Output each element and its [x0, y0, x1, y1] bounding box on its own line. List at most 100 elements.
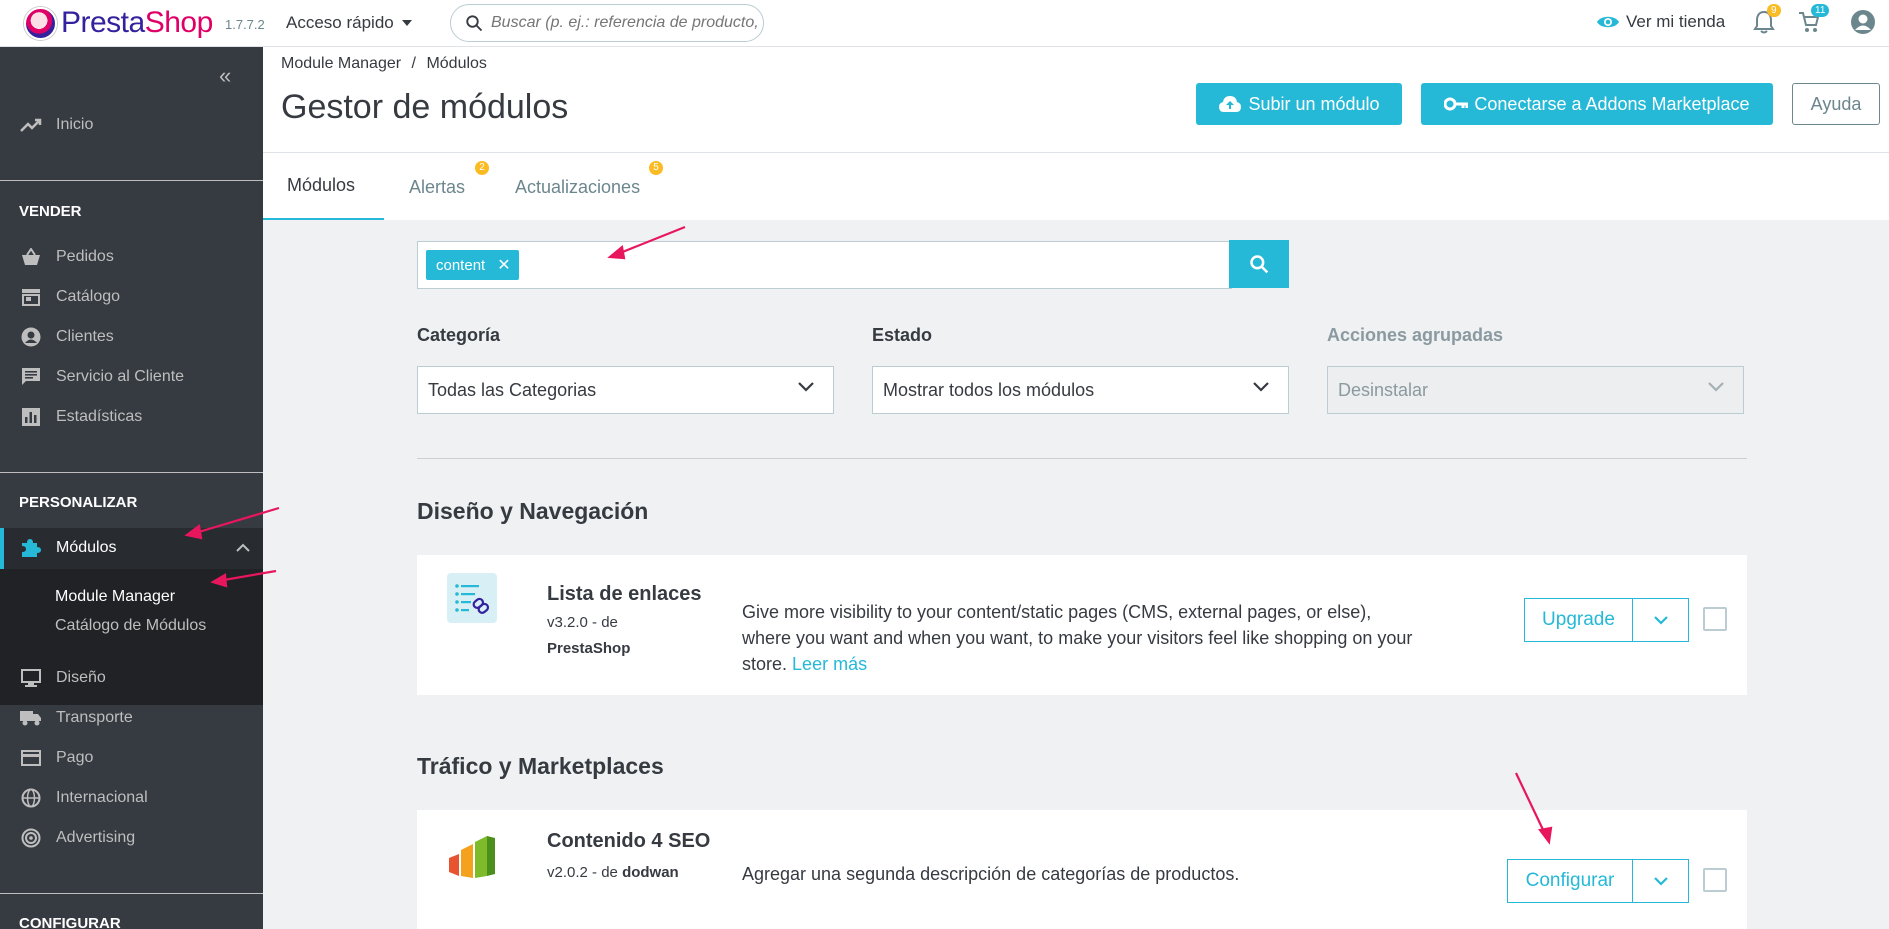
store-icon — [20, 286, 42, 308]
search-icon — [466, 15, 483, 32]
status-select[interactable]: Mostrar todos los módulos — [872, 366, 1289, 414]
sidebar-item-label: Catálogo — [56, 288, 121, 305]
tab-alerts[interactable]: Alertas — [409, 153, 465, 221]
module-author: dodwan — [622, 864, 679, 881]
sidebar-item-inicio[interactable]: Inicio — [0, 105, 263, 145]
trending-up-icon — [20, 114, 42, 136]
module-description: Agregar una segunda descripción de categ… — [742, 864, 1240, 884]
top-bar: PrestaShop 1.7.7.2 Acceso rápido Ver mi … — [0, 0, 1889, 47]
orders-notification-button[interactable]: 11 — [1797, 4, 1830, 39]
prestashop-logo[interactable]: PrestaShop — [24, 6, 213, 40]
tab-updates-label: Actualizaciones — [515, 176, 641, 197]
filters-divider — [417, 458, 1747, 459]
sidebar-item-diseno[interactable]: Diseño — [0, 658, 263, 698]
sidebar-item-internacional[interactable]: Internacional — [0, 778, 263, 818]
module-search-button[interactable] — [1229, 240, 1289, 288]
sidebar-divider — [0, 180, 263, 181]
module-actions-dropdown[interactable] — [1632, 859, 1689, 903]
module-card: Contenido 4 SEO v2.0.2 - de dodwan Agreg… — [417, 810, 1747, 929]
module-version: v3.2.0 - de — [547, 614, 618, 631]
collapse-sidebar-icon[interactable]: « — [219, 63, 231, 89]
updates-badge: 5 — [649, 161, 663, 175]
shopping-basket-icon — [20, 246, 42, 268]
truck-icon — [20, 707, 42, 729]
category-filter-label: Categoría — [417, 325, 501, 345]
breadcrumb-link[interactable]: Module Manager — [281, 55, 401, 72]
sidebar-item-label: Clientes — [56, 328, 114, 345]
quick-access-dropdown[interactable]: Acceso rápido — [286, 13, 412, 33]
submenu-module-catalog[interactable]: Catálogo de Módulos — [55, 617, 206, 635]
sidebar-item-label: Transporte — [56, 709, 133, 726]
bulk-actions-select: Desinstalar — [1327, 366, 1744, 414]
connect-addons-label: Conectarse a Addons Marketplace — [1474, 93, 1750, 114]
sidebar-item-modulos-label-row[interactable]: Módulos — [0, 528, 263, 568]
tab-modules[interactable]: Módulos — [263, 153, 384, 221]
help-button[interactable]: Ayuda — [1792, 83, 1880, 125]
breadcrumb-current: Módulos — [426, 55, 487, 72]
orders-badge: 11 — [1811, 4, 1830, 17]
module-select-checkbox[interactable] — [1703, 868, 1727, 892]
read-more-link[interactable]: Leer más — [792, 654, 867, 674]
link-list-icon — [447, 573, 497, 623]
sidebar-section-configure: CONFIGURAR — [19, 915, 121, 929]
page-title: Gestor de módulos — [281, 88, 569, 126]
configure-button[interactable]: Configurar — [1507, 859, 1633, 903]
module-version: v2.0.2 - de — [547, 864, 618, 881]
module-description: Give more visibility to your content/sta… — [742, 599, 1422, 677]
sidebar-item-advertising[interactable]: Advertising — [0, 818, 263, 858]
chevron-down-icon — [1253, 382, 1269, 392]
sidebar-item-label: Módulos — [56, 539, 117, 556]
category-select[interactable]: Todas las Categorias — [417, 366, 834, 414]
sidebar-item-label: Servicio al Cliente — [56, 368, 185, 385]
sidebar-item-label: Estadísticas — [56, 408, 143, 425]
status-select-value: Mostrar todos los módulos — [883, 379, 1095, 400]
sidebar-item-servicio-cliente[interactable]: Servicio al Cliente — [0, 357, 263, 397]
globe-icon — [20, 787, 42, 809]
bulk-actions-value: Desinstalar — [1338, 379, 1429, 400]
sidebar-divider — [0, 472, 263, 473]
tab-updates[interactable]: Actualizaciones — [515, 153, 640, 221]
user-avatar[interactable] — [1850, 9, 1876, 40]
connect-addons-button[interactable]: Conectarse a Addons Marketplace — [1421, 83, 1773, 125]
module-search-box[interactable]: content ✕ — [417, 241, 1232, 289]
sidebar: « Inicio VENDER Pedidos Catálogo Cliente… — [0, 47, 263, 929]
top-search-input[interactable] — [491, 14, 761, 32]
sidebar-item-estadisticas[interactable]: Estadísticas — [0, 397, 263, 437]
user-circle-icon — [1851, 10, 1875, 34]
module-name: Contenido 4 SEO — [547, 830, 711, 852]
version-label: 1.7.7.2 — [225, 17, 265, 32]
puzzle-icon — [20, 537, 42, 559]
brand-name: PrestaShop — [61, 6, 213, 39]
seo-chart-icon — [449, 836, 495, 878]
module-actions-dropdown[interactable] — [1632, 598, 1689, 642]
module-author: PrestaShop — [547, 640, 631, 657]
sidebar-item-label: Advertising — [56, 829, 136, 846]
sidebar-item-catalogo[interactable]: Catálogo — [0, 277, 263, 317]
sidebar-item-label: Internacional — [56, 789, 148, 806]
remove-tag-icon[interactable]: ✕ — [497, 255, 510, 275]
upgrade-button[interactable]: Upgrade — [1524, 598, 1633, 642]
module-card: Lista de enlaces v3.2.0 - de PrestaShop … — [417, 555, 1747, 695]
sidebar-item-clientes[interactable]: Clientes — [0, 317, 263, 357]
sidebar-item-pago[interactable]: Pago — [0, 738, 263, 778]
target-icon — [20, 827, 42, 849]
module-select-checkbox[interactable] — [1703, 607, 1727, 631]
sidebar-item-label: Inicio — [56, 116, 94, 133]
sidebar-section-customize: PERSONALIZAR — [19, 494, 138, 511]
sidebar-item-pedidos[interactable]: Pedidos — [0, 237, 263, 277]
notifications-badge: 9 — [1767, 4, 1781, 17]
sidebar-item-transporte[interactable]: Transporte — [0, 698, 263, 738]
notifications-button[interactable]: 9 — [1753, 4, 1781, 39]
breadcrumb: Module Manager / Módulos — [281, 55, 487, 73]
top-search-box[interactable] — [450, 4, 764, 42]
submenu-module-manager[interactable]: Module Manager — [55, 588, 175, 606]
credit-card-icon — [20, 747, 42, 769]
upload-module-button[interactable]: Subir un módulo — [1196, 83, 1402, 125]
module-version-author: v2.0.2 - de dodwan — [547, 864, 679, 881]
status-filter-label: Estado — [872, 325, 933, 345]
module-name: Lista de enlaces — [547, 583, 702, 605]
view-store-label: Ver mi tienda — [1626, 12, 1726, 31]
view-store-link[interactable]: Ver mi tienda — [1596, 12, 1725, 32]
search-icon — [1250, 255, 1269, 274]
sidebar-item-label: Diseño — [56, 669, 106, 686]
